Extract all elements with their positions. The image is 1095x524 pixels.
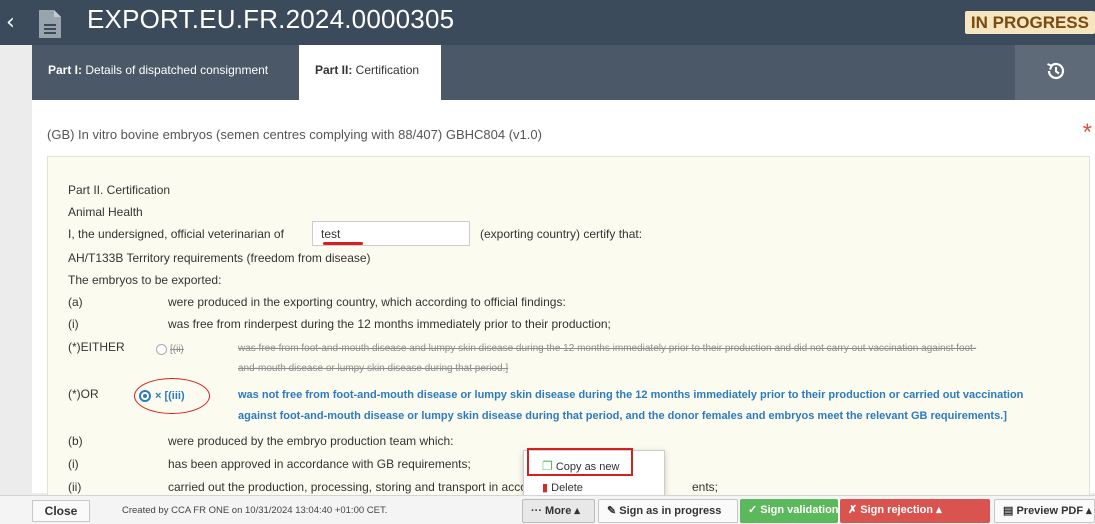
trash-icon: ▮	[542, 482, 549, 494]
back-chevron-icon[interactable]: ‹	[6, 10, 24, 36]
bii-text-start: carried out the production, processing, …	[168, 480, 527, 494]
bottom-action-bar: Close Created by CCA FR ONE on 10/31/202…	[0, 495, 1095, 524]
tab-part-i[interactable]: Part I: Details of dispatched consignmen…	[32, 45, 298, 100]
bi-key: (i)	[68, 457, 79, 471]
b-text: were produced by the embryo production t…	[168, 434, 454, 448]
document-icon	[37, 9, 63, 39]
delete-item[interactable]: ▮ Delete	[542, 481, 583, 494]
embryos-intro: The embryos to be exported:	[68, 273, 222, 287]
either-text-2: and-mouth disease or lumpy skin disease …	[238, 363, 509, 374]
tab-part-i-prefix: Part I:	[48, 63, 83, 77]
b-key: (b)	[68, 434, 83, 448]
section-title: Animal Health	[68, 205, 143, 219]
vet-prefix-text: I, the undersigned, official veterinaria…	[68, 227, 284, 241]
row-text: were produced in the exporting country, …	[168, 295, 566, 309]
tabs-bar: Part I: Details of dispatched consignmen…	[32, 45, 1095, 100]
sign-in-progress-button[interactable]: ✎ Sign as in progress	[598, 499, 738, 523]
created-info: Created by CCA FR ONE on 10/31/2024 13:0…	[122, 505, 388, 516]
sign-validation-button[interactable]: ✓ Sign validation ▴	[740, 499, 847, 523]
delete-label: Delete	[551, 482, 583, 494]
either-text-1: was free from foot-and-mouth disease and…	[238, 343, 977, 354]
tab-part-ii-prefix: Part II:	[315, 63, 353, 77]
row-key: (i)	[68, 317, 79, 331]
certificate-title: (GB) In vitro bovine embryos (semen cent…	[47, 127, 542, 142]
preview-pdf-button[interactable]: ▤ Preview PDF ▴	[994, 499, 1095, 523]
or-code: × [(iii)	[155, 390, 185, 402]
form-heading: Part II. Certification	[68, 183, 171, 197]
close-button[interactable]: Close	[32, 500, 90, 522]
copy-highlight-annotation	[527, 448, 633, 476]
bi-text: has been approved in accordance with GB …	[168, 457, 471, 471]
territory-text: AH/T133B Territory requirements (freedom…	[68, 251, 371, 265]
history-icon	[1047, 62, 1065, 80]
tab-part-ii-label: Certification	[352, 63, 420, 77]
or-text-2: against foot-and-mouth disease or lumpy …	[238, 410, 1007, 422]
vet-suffix-text: (exporting country) certify that:	[480, 227, 643, 241]
either-key: (*)EITHER	[68, 340, 125, 354]
or-radio-selected[interactable]	[139, 390, 151, 402]
header-bar: ‹ EXPORT.EU.FR.2024.0000305 IN PROGRESS	[0, 0, 1095, 45]
status-badge: IN PROGRESS	[964, 11, 1095, 34]
row-text: was free from rinderpest during the 12 m…	[168, 317, 611, 331]
main-panel: (GB) In vitro bovine embryos (semen cent…	[32, 100, 1095, 501]
red-underline-annotation	[323, 242, 363, 245]
sign-rejection-button[interactable]: ✗ Sign rejection ▴	[840, 499, 990, 523]
bii-text-end: ents;	[692, 480, 719, 494]
row-key: (a)	[68, 295, 83, 309]
tab-part-i-label: Details of dispatched consignment	[82, 63, 269, 77]
more-button[interactable]: ··· More ▴	[522, 499, 595, 523]
or-text-1: was not free from foot-and-mouth disease…	[238, 389, 1024, 401]
required-asterisk: *	[1082, 119, 1092, 146]
either-code: [(ii)	[170, 344, 184, 355]
tab-part-ii[interactable]: Part II: Certification	[299, 45, 441, 100]
history-button[interactable]	[1015, 45, 1095, 100]
or-key: (*)OR	[68, 387, 99, 401]
page-title: EXPORT.EU.FR.2024.0000305	[87, 4, 455, 34]
either-radio[interactable]	[156, 344, 167, 355]
bii-key: (ii)	[68, 480, 82, 494]
